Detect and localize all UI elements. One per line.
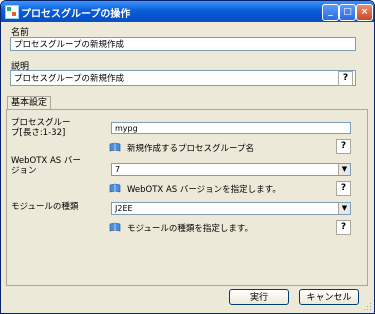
webotx-version-description: WebOTX AS バージョンを指定します。 bbox=[127, 185, 281, 195]
chevron-down-icon[interactable]: ▼ bbox=[338, 164, 350, 175]
description-value: プロセスグループの新規作成 bbox=[10, 70, 356, 86]
description-help-button[interactable]: ? bbox=[338, 71, 353, 86]
close-button[interactable]: × bbox=[356, 4, 373, 21]
cancel-button[interactable]: キャンセル bbox=[299, 289, 359, 305]
maximize-button[interactable]: □ bbox=[339, 4, 356, 21]
tab-basic-settings[interactable]: 基本設定 bbox=[7, 96, 52, 110]
webotx-version-select[interactable]: 7 ▼ bbox=[111, 163, 351, 176]
process-group-input[interactable]: mypg bbox=[111, 122, 351, 134]
webotx-version-value: 7 bbox=[115, 165, 121, 174]
field-label-webotx-version: WebOTX AS バー ジョン bbox=[11, 156, 81, 176]
module-type-value: J2EE bbox=[115, 204, 133, 213]
webotx-version-help-button[interactable]: ? bbox=[336, 181, 351, 196]
book-icon bbox=[109, 183, 121, 193]
window-title: プロセスグループの操作 bbox=[21, 9, 131, 20]
name-value: プロセスグループの新規作成 bbox=[10, 37, 356, 51]
process-group-help-button[interactable]: ? bbox=[336, 139, 351, 154]
book-icon bbox=[109, 222, 121, 232]
chevron-down-icon[interactable]: ▼ bbox=[338, 203, 350, 214]
app-icon bbox=[5, 5, 19, 19]
module-type-description: モジュールの種類を指定します。 bbox=[127, 224, 254, 234]
field-label-process-group: プロセスグルー プ[長さ:1-32] bbox=[11, 118, 71, 138]
module-type-select[interactable]: J2EE ▼ bbox=[111, 202, 351, 215]
minimize-button[interactable]: _ bbox=[322, 4, 339, 21]
book-icon bbox=[109, 142, 121, 152]
run-button[interactable]: 実行 bbox=[229, 289, 289, 305]
field-label-module-type: モジュールの種類 bbox=[11, 202, 79, 212]
module-type-help-button[interactable]: ? bbox=[336, 220, 351, 235]
process-group-description: 新規作成するプロセスグループ名 bbox=[127, 144, 254, 154]
title-bar[interactable]: プロセスグループの操作 _ □ × bbox=[1, 1, 374, 22]
dialog-window: プロセスグループの操作 _ □ × 名前 プロセスグループの新規作成 説明 プロ… bbox=[0, 0, 375, 314]
resize-grip-icon[interactable] bbox=[363, 302, 372, 311]
